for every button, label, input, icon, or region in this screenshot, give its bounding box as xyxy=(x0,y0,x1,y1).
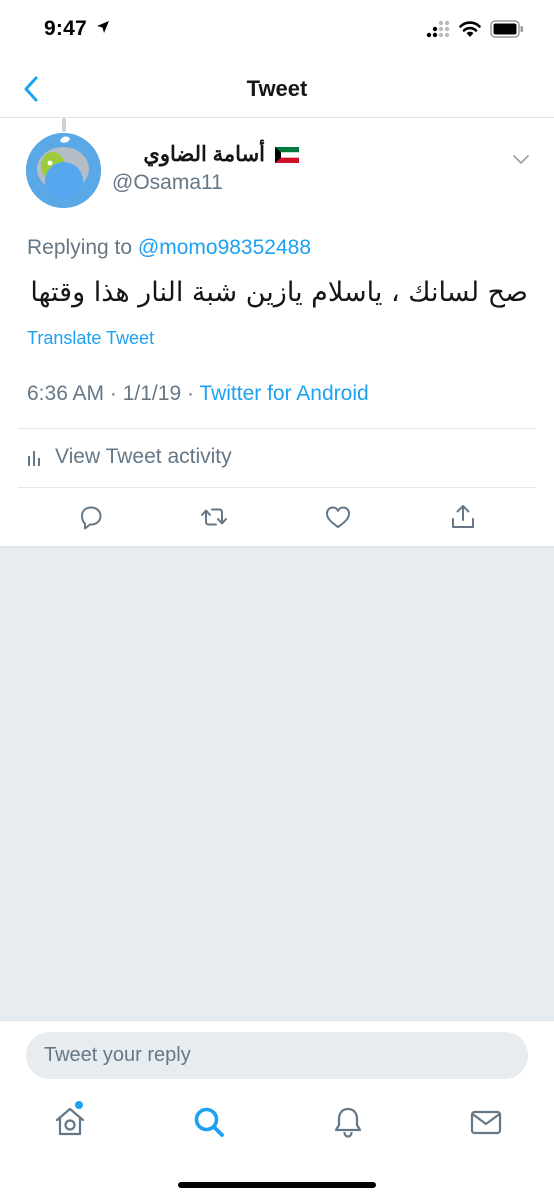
activity-bars-icon xyxy=(28,451,40,466)
author-display-name[interactable]: أسامة الضاوي xyxy=(143,142,265,167)
meta-separator: · xyxy=(104,382,123,405)
view-tweet-activity-label: View Tweet activity xyxy=(55,445,232,468)
author-name-row: أسامة الضاوي xyxy=(143,142,299,167)
home-indicator[interactable] xyxy=(178,1182,376,1188)
like-icon[interactable] xyxy=(323,502,353,532)
divider xyxy=(18,428,536,429)
battery-icon xyxy=(490,20,523,38)
replying-mention-link[interactable]: @momo98352488 xyxy=(138,236,311,259)
avatar-image xyxy=(26,133,101,208)
author-handle[interactable]: @Osama11 xyxy=(112,171,223,195)
cellular-signal-icon xyxy=(426,20,450,38)
thread-connector-line xyxy=(62,118,66,132)
tweet-time: 6:36 AM xyxy=(27,382,105,405)
reply-bar xyxy=(0,1020,554,1090)
tweet-text: صح لسانك ، ياسلام يازين شبة النار هذا وق… xyxy=(30,277,528,308)
tweet-date: 1/1/19 xyxy=(122,382,182,405)
search-icon[interactable] xyxy=(189,1102,229,1142)
translate-tweet-link[interactable]: Translate Tweet xyxy=(27,328,154,349)
page-title: Tweet xyxy=(246,76,308,101)
location-arrow-icon xyxy=(97,21,109,33)
divider xyxy=(18,487,536,488)
tweet-source-link[interactable]: Twitter for Android xyxy=(199,382,368,405)
notifications-icon[interactable] xyxy=(328,1102,368,1142)
meta-separator: · xyxy=(181,382,200,405)
new-content-indicator xyxy=(75,1101,83,1109)
replying-to: Replying to @momo98352488 xyxy=(27,236,311,260)
retweet-icon[interactable] xyxy=(199,502,229,532)
messages-icon[interactable] xyxy=(466,1102,506,1142)
tweet-meta: 6:36 AM · 1/1/19 · Twitter for Android xyxy=(27,382,369,406)
tweet-actions xyxy=(0,500,554,546)
status-time: 9:47 xyxy=(44,17,87,40)
chevron-down-icon[interactable] xyxy=(512,152,530,166)
status-bar: 9:47 xyxy=(0,0,554,60)
home-icon[interactable] xyxy=(50,1102,90,1142)
reply-input[interactable] xyxy=(26,1032,528,1079)
avatar[interactable] xyxy=(26,133,101,208)
share-icon[interactable] xyxy=(448,502,478,532)
view-tweet-activity-button[interactable]: View Tweet activity xyxy=(27,445,232,469)
empty-replies-area xyxy=(0,546,554,1020)
kuwait-flag-icon xyxy=(275,146,299,163)
navigation-bar: Tweet xyxy=(0,60,554,118)
wifi-icon xyxy=(459,21,481,37)
replying-prefix: Replying to xyxy=(27,236,138,259)
reply-icon[interactable] xyxy=(76,502,106,532)
